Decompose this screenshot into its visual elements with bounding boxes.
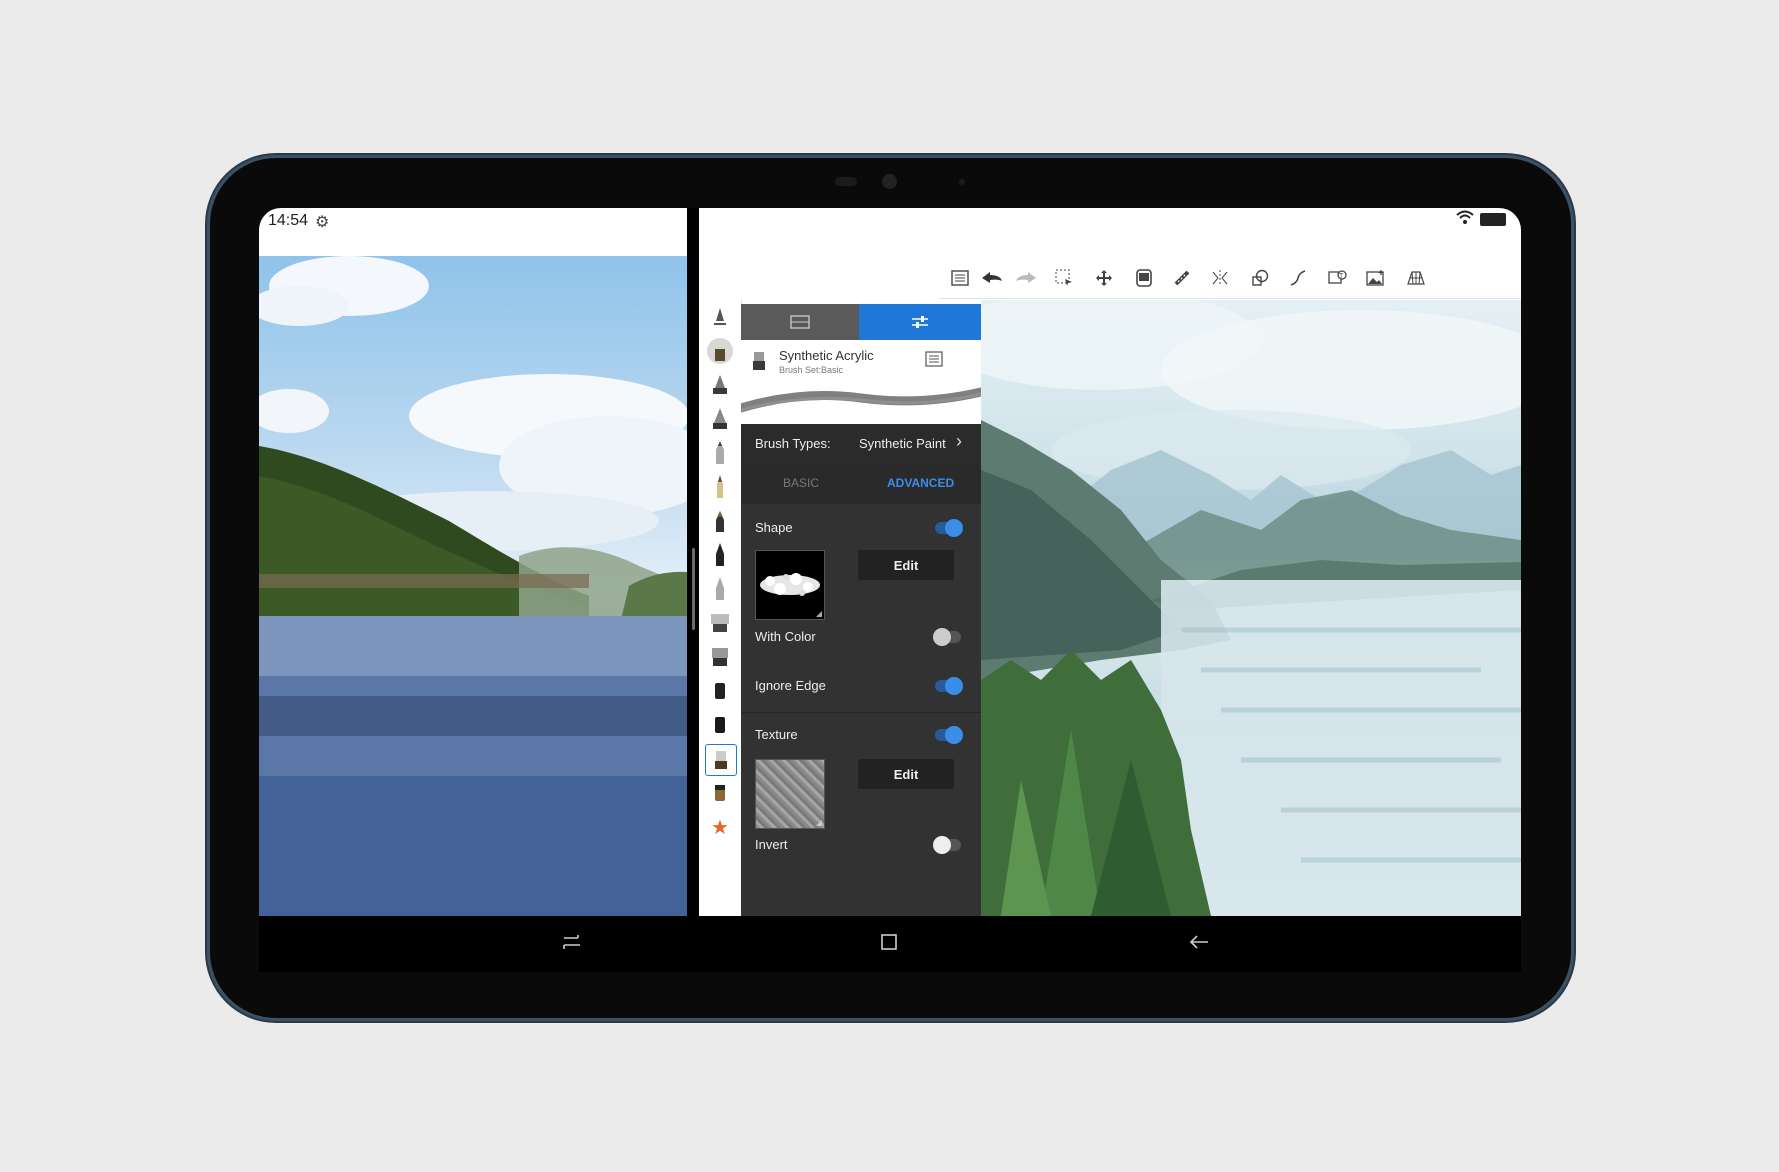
brush-marker-icon[interactable]: [705, 472, 735, 502]
move-icon[interactable]: [1091, 266, 1117, 290]
undo-icon[interactable]: [979, 266, 1005, 290]
with-color-toggle[interactable]: [933, 628, 961, 646]
shape-label: Shape: [755, 520, 793, 535]
redo-icon[interactable]: [1013, 266, 1039, 290]
painting-canvas[interactable]: [981, 300, 1521, 916]
screen: 14:54 ⚙ T ★ Synthetic Acrylic Brush Set:…: [259, 208, 1521, 916]
tab-brush-library[interactable]: [741, 304, 859, 340]
texture-edit-button[interactable]: Edit: [858, 759, 954, 789]
brush-ink-icon[interactable]: [705, 370, 735, 400]
brush-stroke-preview: [741, 380, 981, 424]
right-app-pane: T ★ Synthetic Acrylic Brush Set:Basic Br…: [699, 208, 1521, 916]
top-toolbar: T: [939, 258, 1521, 299]
brush-smudge-icon[interactable]: [705, 710, 735, 740]
brush-rail: ★: [699, 300, 742, 916]
sensor: [835, 177, 857, 186]
symmetry-icon[interactable]: [1207, 266, 1233, 290]
brush-info: Synthetic Acrylic Brush Set:Basic: [741, 340, 981, 380]
svg-text:T: T: [1339, 273, 1344, 280]
wifi-icon: [1456, 210, 1474, 229]
tab-brush-properties[interactable]: [859, 304, 981, 340]
with-color-label: With Color: [755, 629, 816, 644]
image-icon[interactable]: [1363, 266, 1389, 290]
brush-synthetic-acrylic-icon[interactable]: [705, 744, 737, 776]
shape-edit-button[interactable]: Edit: [858, 550, 954, 580]
landscape-photo: [259, 256, 687, 916]
recents-icon[interactable]: [563, 926, 581, 957]
light-sensor: [959, 179, 965, 185]
navigation-bar: [259, 916, 1521, 972]
tab-basic[interactable]: BASIC: [783, 476, 819, 490]
shape-toggle[interactable]: [935, 519, 963, 537]
ruler-icon[interactable]: [1169, 266, 1195, 290]
section-divider: [741, 712, 981, 713]
brush-blender-icon[interactable]: [705, 676, 735, 706]
perspective-icon[interactable]: [1403, 266, 1429, 290]
brush-technical-icon[interactable]: [705, 404, 735, 434]
invert-label: Invert: [755, 837, 788, 852]
brush-pencil-icon[interactable]: [705, 438, 735, 468]
brush-name: Synthetic Acrylic: [779, 348, 874, 363]
current-brush-icon: [753, 352, 765, 370]
invert-toggle[interactable]: [933, 836, 961, 854]
selection-icon[interactable]: [1051, 266, 1077, 290]
battery-icon: [1480, 213, 1506, 226]
layers-icon[interactable]: [1131, 266, 1157, 290]
texture-thumbnail[interactable]: [755, 759, 825, 829]
brush-roller-icon[interactable]: [705, 642, 735, 672]
chevron-right-icon: ›: [956, 431, 962, 451]
home-icon[interactable]: [881, 926, 897, 957]
front-camera: [882, 174, 897, 189]
panel-tabs: [741, 304, 981, 340]
brush-types-row[interactable]: Brush Types: Synthetic Paint ›: [741, 424, 981, 464]
split-handle[interactable]: [692, 548, 695, 630]
ignore-edge-label: Ignore Edge: [755, 678, 826, 693]
back-icon[interactable]: [1189, 926, 1209, 957]
brush-properties-panel: Synthetic Acrylic Brush Set:Basic Brush …: [741, 304, 981, 916]
texture-label: Texture: [755, 727, 798, 742]
left-app-pane: 14:54 ⚙: [259, 208, 687, 916]
brush-watercolor-icon[interactable]: [705, 778, 735, 808]
basic-advanced-tabs: BASIC ADVANCED: [741, 464, 981, 504]
brush-list-icon[interactable]: [925, 351, 943, 372]
brush-pen-icon[interactable]: [705, 302, 735, 332]
brush-oil-icon[interactable]: [705, 506, 735, 536]
brush-flat-icon[interactable]: [705, 608, 735, 638]
shapes-icon[interactable]: [1247, 266, 1273, 290]
favorites-star-icon[interactable]: ★: [705, 812, 735, 842]
text-icon[interactable]: T: [1325, 266, 1351, 290]
brush-types-value: Synthetic Paint: [859, 436, 946, 451]
brush-calligraphy-icon[interactable]: [705, 540, 735, 570]
stroke-icon[interactable]: [1285, 266, 1311, 290]
list-icon[interactable]: [947, 266, 973, 290]
brush-chalk-icon[interactable]: [705, 574, 735, 604]
texture-toggle[interactable]: [935, 726, 963, 744]
brush-set: Brush Set:Basic: [779, 365, 844, 375]
gear-icon: ⚙: [315, 214, 330, 231]
brush-airbrush-icon[interactable]: [705, 336, 735, 366]
brush-types-label: Brush Types:: [755, 436, 831, 451]
status-time: 14:54: [268, 212, 309, 229]
shape-thumbnail[interactable]: [755, 550, 825, 620]
tab-advanced[interactable]: ADVANCED: [887, 476, 954, 490]
ignore-edge-toggle[interactable]: [935, 677, 963, 695]
